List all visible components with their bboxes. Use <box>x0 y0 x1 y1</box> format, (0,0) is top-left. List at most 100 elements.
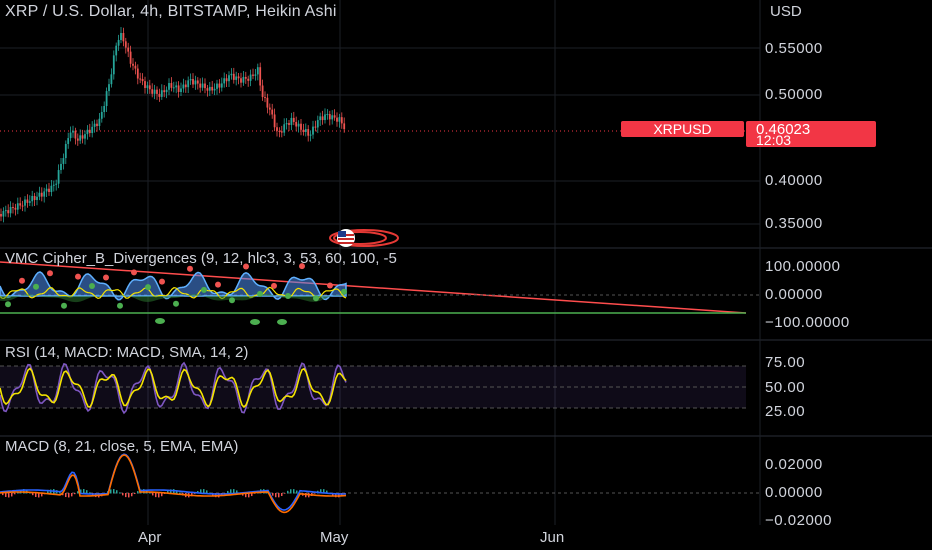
candle-body <box>208 86 211 91</box>
candle-body <box>127 47 130 52</box>
candle-body <box>177 85 180 92</box>
macd-hist-bar <box>5 493 7 497</box>
macd-hist-bar <box>113 489 115 494</box>
candle-body <box>156 89 158 94</box>
candle-body <box>91 126 94 134</box>
candle-body <box>271 109 274 115</box>
candle-body <box>206 88 209 91</box>
candle-body <box>261 85 264 98</box>
candle-body <box>331 115 334 120</box>
vmc-dot <box>117 302 123 309</box>
macd-hist-bar <box>74 493 76 495</box>
candle-body <box>100 111 103 119</box>
candle-body <box>79 135 82 141</box>
us-flag-event-icon[interactable] <box>326 228 400 248</box>
macd-hist-bar <box>116 490 118 494</box>
macd-hist-bar <box>8 493 10 498</box>
candle-body <box>88 129 91 134</box>
vmc-dot <box>47 270 53 277</box>
candle-body <box>98 118 101 126</box>
candle-body <box>72 130 74 133</box>
candle-body <box>218 83 221 88</box>
macd-indicator-title[interactable]: MACD (8, 21, close, 5, EMA, EMA) <box>5 438 238 455</box>
macd-hist-bar <box>122 493 124 496</box>
vmc-dot <box>33 283 39 290</box>
candle-body <box>280 131 283 133</box>
candle-body <box>273 114 276 128</box>
vmc-wave-area <box>0 271 347 301</box>
candle-body <box>132 63 134 66</box>
candle-body <box>266 97 269 108</box>
candle-body <box>175 85 178 88</box>
rsi-axis-label: 25.00 <box>765 403 806 420</box>
candle-body <box>230 73 233 76</box>
candle-body <box>86 129 89 135</box>
candle-body <box>244 76 247 79</box>
macd-line <box>0 453 346 511</box>
candle-body <box>194 80 197 85</box>
candle-body <box>158 93 161 97</box>
candle-body <box>288 123 290 125</box>
candle-body <box>153 89 156 94</box>
candle-body <box>4 210 7 212</box>
candle-body <box>26 199 29 203</box>
macd-axis-label: 0.02000 <box>765 456 823 473</box>
candle-body <box>314 126 317 128</box>
candle-body <box>38 192 41 197</box>
candle-body <box>170 83 173 88</box>
vmc-dot <box>215 281 221 288</box>
macd-hist-bar <box>296 490 298 494</box>
candle-body <box>48 188 50 192</box>
candle-body <box>139 78 142 80</box>
macd-hist-bar <box>65 493 67 498</box>
candle-body <box>103 106 106 112</box>
macd-hist-bar <box>179 492 181 494</box>
rsi-indicator-title[interactable]: RSI (14, MACD: MACD, SMA, 14, 2) <box>5 344 248 361</box>
macd-hist-bar <box>83 489 85 494</box>
macd-hist-bar <box>125 493 127 498</box>
vmc-axis-label: −100.00000 <box>765 314 850 331</box>
candle-body <box>304 129 307 132</box>
candle-body <box>324 114 326 121</box>
rsi-pane <box>0 361 746 415</box>
candle-body <box>105 91 108 107</box>
time-axis-label: Apr <box>138 529 162 546</box>
candle-body <box>134 65 137 69</box>
candle-body <box>163 90 166 93</box>
candle-body <box>43 191 46 197</box>
vmc-trendline <box>0 261 747 314</box>
candle-body <box>187 80 190 88</box>
candle-body <box>141 78 144 82</box>
candle-body <box>237 76 240 79</box>
macd-hist-bar <box>152 493 154 496</box>
candle-body <box>151 89 154 94</box>
candle-body <box>199 83 202 88</box>
candle-body <box>136 68 139 79</box>
vmc-dot <box>271 282 277 289</box>
candle-body <box>252 74 254 76</box>
candle-body <box>64 143 67 159</box>
vmc-indicator-title[interactable]: VMC Cipher_B_Divergences (9, 12, hlc3, 3… <box>5 250 397 267</box>
candle-body <box>148 85 151 90</box>
candle-body <box>96 123 98 126</box>
macd-hist-bar <box>128 493 130 498</box>
vmc-dot <box>19 277 25 284</box>
candle-body <box>312 126 314 135</box>
vmc-dot <box>89 283 95 289</box>
macd-hist-bar <box>14 493 16 495</box>
candle-body <box>192 79 194 85</box>
chart-title: XRP / U.S. Dollar, 4h, BITSTAMP, Heikin … <box>5 3 337 20</box>
candle-body <box>232 73 235 80</box>
macd-hist-bar <box>284 493 286 494</box>
candle-body <box>76 138 79 141</box>
candle-body <box>81 135 84 139</box>
candle-body <box>62 158 65 164</box>
macd-hist-bar <box>137 491 139 494</box>
candle-body <box>45 188 48 192</box>
vmc-dot <box>131 269 137 276</box>
macd-signal-line <box>0 454 347 514</box>
candle-body <box>249 74 252 81</box>
candle-body <box>321 116 324 121</box>
candle-body <box>264 97 266 99</box>
candle-body <box>93 123 96 127</box>
